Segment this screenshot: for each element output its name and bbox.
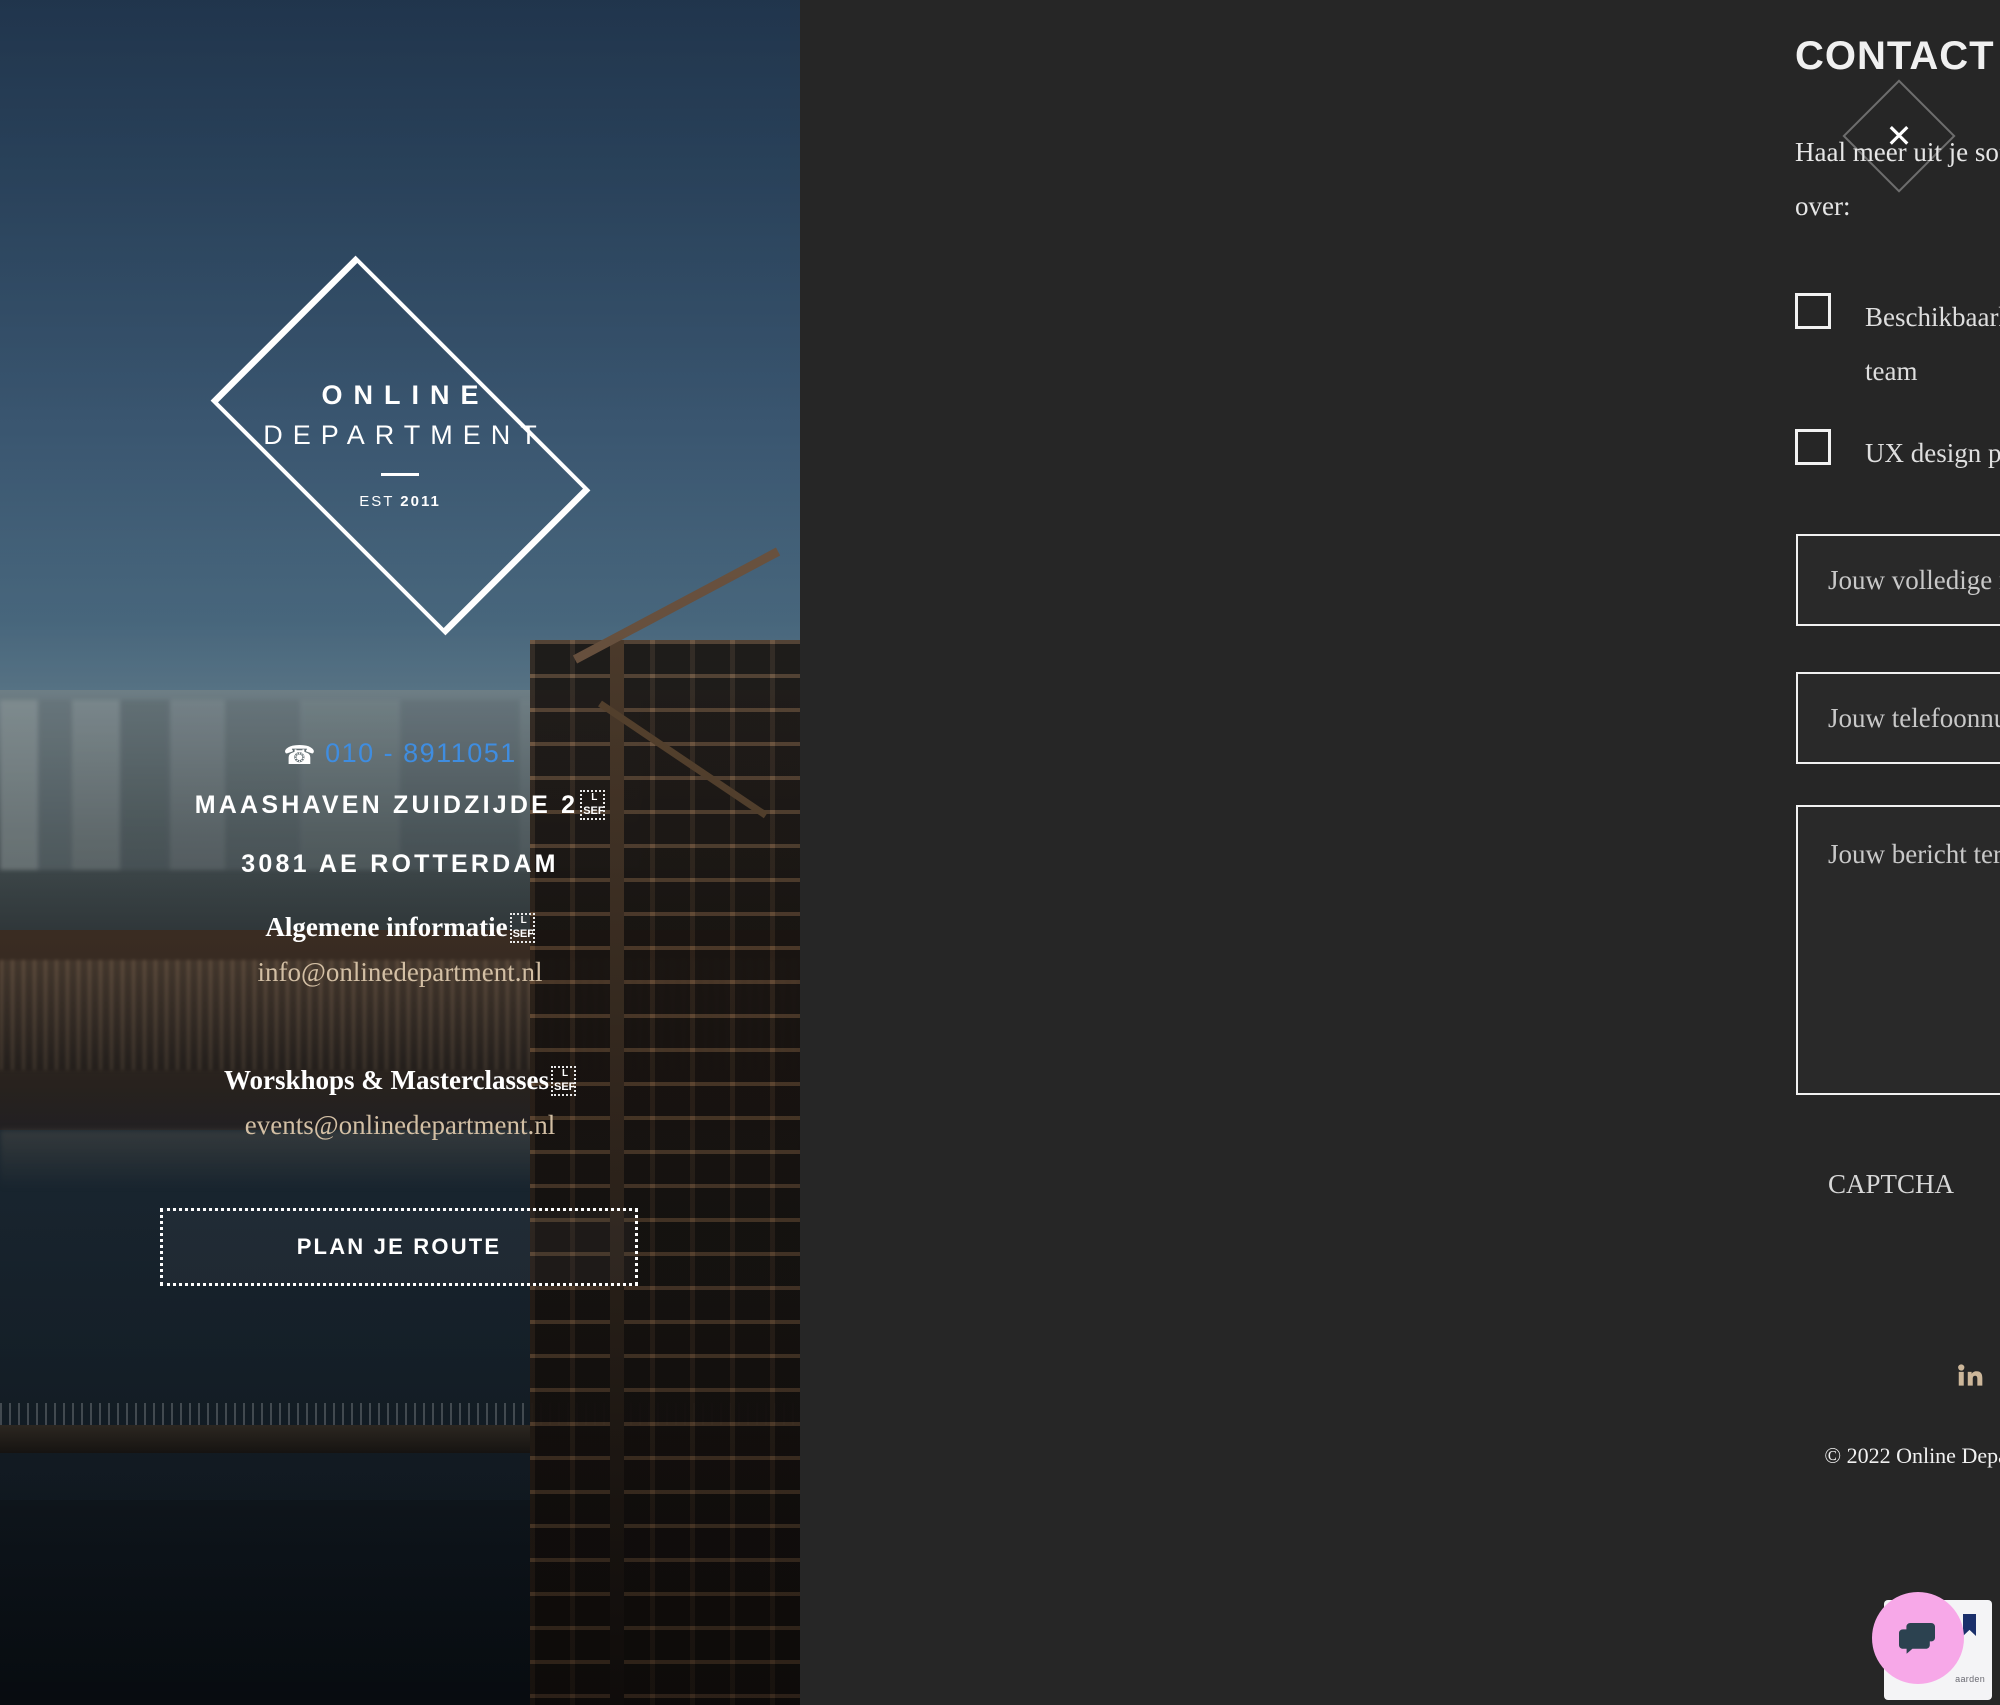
contact-label-general: Algemene informatie L SEP	[0, 912, 800, 943]
phone-icon: ☎	[283, 740, 318, 770]
captcha-label: CAPTCHA	[1828, 1169, 1955, 1199]
contact-overlay-page: ONLINE DEPARTMENT EST 2011 ☎ 010 - 891105…	[0, 0, 2000, 1705]
checkbox-label: UX design project	[1865, 438, 2000, 468]
checkbox-box[interactable]	[1795, 429, 1831, 465]
checkbox-box[interactable]	[1795, 293, 1831, 329]
line-separator-marker: L SEP	[580, 790, 606, 820]
contact-label-general-text: Algemene informatie	[265, 912, 508, 942]
phone-input[interactable]	[1796, 672, 2000, 764]
checkbox-column-left: Beschikbaarheid UX expert team UX design…	[1795, 290, 2000, 508]
checkbox-item-ux-expert-team[interactable]: Beschikbaarheid UX expert team	[1795, 290, 2000, 398]
checkbox-item-ux-design-project[interactable]: UX design project	[1795, 426, 2000, 480]
chat-card-text: aarden	[1955, 1674, 1985, 1684]
contact-form-panel: ✕ CONTACT Haal meer uit je software en d…	[800, 0, 2000, 1705]
phone-number[interactable]: 010 - 8911051	[325, 738, 517, 768]
logo-divider	[381, 473, 419, 476]
plan-route-button[interactable]: PLAN JE ROUTE	[160, 1208, 638, 1286]
address-line-1: MAASHAVEN ZUIDZIJDE 2 L SEP	[0, 790, 800, 820]
address-line-2: 3081 AE ROTTERDAM	[241, 850, 559, 878]
chat-bubble-icon[interactable]	[1872, 1592, 1964, 1684]
social-links	[1795, 1355, 2000, 1395]
left-panel-content: ONLINE DEPARTMENT EST 2011 ☎ 010 - 891105…	[0, 0, 800, 1705]
logo-line-online: ONLINE	[321, 380, 490, 410]
contact-email-general[interactable]: info@onlinedepartment.nl	[0, 957, 800, 988]
left-photo-panel: ONLINE DEPARTMENT EST 2011 ☎ 010 - 891105…	[0, 0, 800, 1705]
logo-line-department: DEPARTMENT	[263, 420, 547, 450]
phone-row[interactable]: ☎ 010 - 8911051	[0, 738, 800, 771]
form-intro-text: Haal meer uit je software en digitale bu…	[1795, 137, 2000, 221]
message-textarea[interactable]	[1796, 805, 2000, 1095]
copyright-text: © 2022 Online Department B.V.	[1824, 1443, 2000, 1468]
contact-label-workshops-text: Worskhops & Masterclasses	[223, 1065, 549, 1095]
brand-logo: ONLINE DEPARTMENT EST 2011	[165, 255, 635, 636]
logo-established: EST 2011	[165, 493, 635, 510]
address-line-1-text: MAASHAVEN ZUIDZIJDE 2	[194, 791, 579, 819]
full-name-input[interactable]	[1796, 534, 2000, 626]
line-separator-marker: L SEP	[551, 1066, 576, 1096]
chat-widget[interactable]: aarden	[1872, 1590, 1992, 1700]
flag-icon	[1963, 1614, 1976, 1636]
page-title: CONTACT	[1795, 34, 1995, 78]
contact-label-workshops: Worskhops & Masterclasses L SEP	[0, 1065, 800, 1096]
footer-links-row-2: Privacy statement	[1795, 1497, 2000, 1523]
logo-est-prefix: EST	[359, 493, 395, 510]
linkedin-icon[interactable]	[1950, 1355, 1990, 1395]
logo-text-block: ONLINE DEPARTMENT EST 2011	[165, 380, 635, 510]
checkbox-label: Beschikbaarheid UX expert team	[1865, 302, 2000, 386]
logo-est-year: 2011	[400, 493, 441, 510]
line-separator-marker: L SEP	[509, 913, 535, 943]
contact-email-workshops[interactable]: events@onlinedepartment.nl	[0, 1110, 800, 1141]
footer-links-row-1: © 2022 Online Department B.V.Algemene vo…	[1795, 1443, 2000, 1469]
